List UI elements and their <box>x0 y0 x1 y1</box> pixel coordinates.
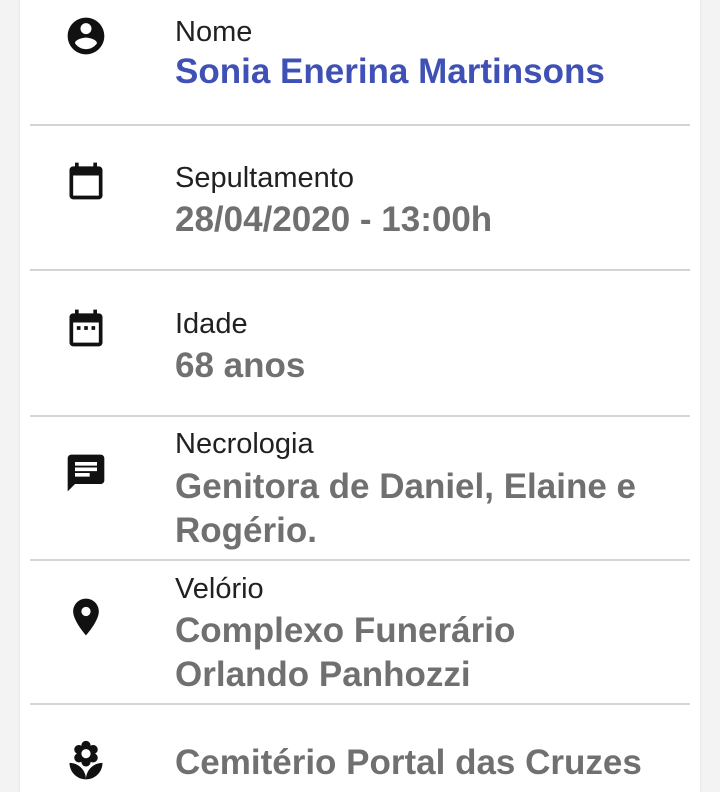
deceased-info-card: Nome Sonia Enerina Martinsons Sepultamen… <box>20 0 700 792</box>
field-row-burial: Sepultamento 28/04/2020 - 13:00h <box>20 126 700 270</box>
field-label-age: Idade <box>175 308 248 340</box>
field-label-wake: Velório <box>175 573 264 605</box>
field-row-name: Nome Sonia Enerina Martinsons <box>20 0 700 124</box>
calendar-icon <box>64 159 108 203</box>
message-icon <box>64 451 108 495</box>
field-value-cemetery: Cemitério Portal das Cruzes <box>175 743 642 782</box>
flower-icon <box>64 739 108 783</box>
field-value-burial: 28/04/2020 - 13:00h <box>175 200 493 239</box>
field-value-name: Sonia Enerina Martinsons <box>175 52 605 91</box>
calendar-dots-icon <box>64 306 108 350</box>
field-row-wake: Velório Complexo Funerário Orlando Panho… <box>20 561 700 704</box>
account-circle-icon <box>64 14 108 58</box>
field-row-obituary: Necrologia Genitora de Daniel, Elaine e … <box>20 417 700 560</box>
field-row-cemetery: Cemitério Portal das Cruzes <box>20 705 700 792</box>
field-row-age: Idade 68 anos <box>20 271 700 416</box>
field-label-burial: Sepultamento <box>175 162 354 194</box>
field-value-obituary: Genitora de Daniel, Elaine e Rogério. <box>175 467 636 550</box>
field-value-wake: Complexo Funerário Orlando Panhozzi <box>175 611 516 694</box>
field-label-name: Nome <box>175 16 253 48</box>
location-pin-icon <box>64 595 108 639</box>
field-value-age: 68 anos <box>175 346 306 385</box>
field-label-obituary: Necrologia <box>175 428 314 460</box>
